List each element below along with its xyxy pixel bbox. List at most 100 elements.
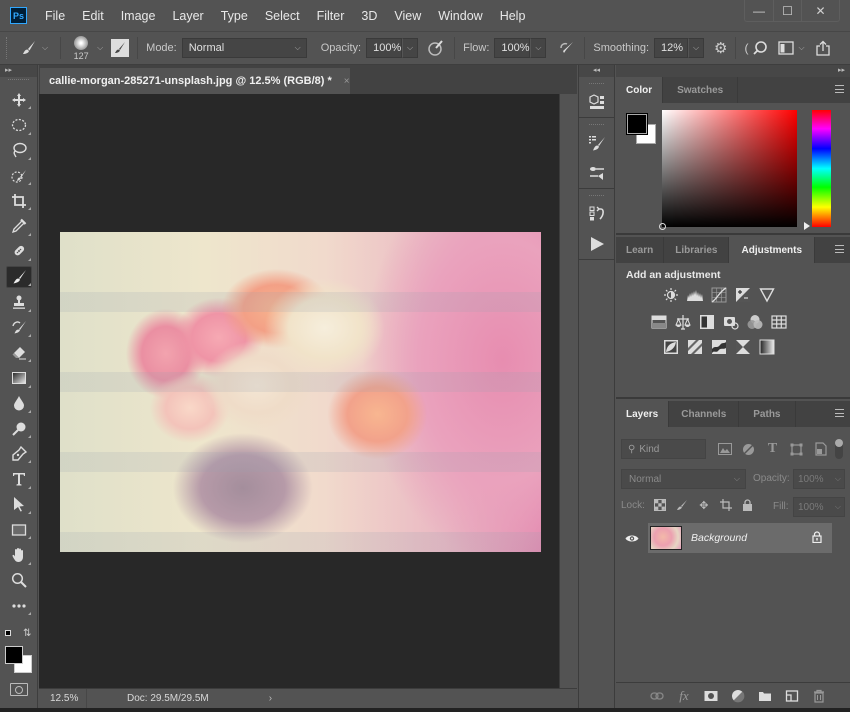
lock-all-icon[interactable]: [741, 498, 755, 512]
tool-rectangle[interactable]: [0, 517, 38, 542]
delete-layer-trash-icon[interactable]: [812, 689, 826, 703]
menu-help[interactable]: Help: [500, 9, 526, 23]
curves-icon[interactable]: [710, 286, 727, 303]
flow-dropdown[interactable]: ⌵: [530, 38, 547, 58]
tool-pen[interactable]: [0, 441, 38, 466]
layer-lock-icon[interactable]: [812, 530, 822, 546]
default-colors-button[interactable]: [5, 630, 15, 640]
lock-position-icon[interactable]: ✥: [697, 498, 711, 512]
dock-collapse-button[interactable]: ◂◂: [579, 65, 614, 77]
menu-layer[interactable]: Layer: [172, 9, 203, 23]
brightness-contrast-icon[interactable]: [662, 286, 679, 303]
tool-lasso[interactable]: [0, 138, 38, 163]
quick-mask-button[interactable]: [10, 683, 28, 696]
tool-brush[interactable]: [0, 264, 38, 289]
menu-view[interactable]: View: [394, 9, 421, 23]
history-panel-button[interactable]: [579, 199, 614, 229]
minimize-button[interactable]: —: [745, 0, 773, 21]
chevron-down-icon[interactable]: ⌵: [42, 43, 48, 53]
fill-input[interactable]: 100% ⌵: [793, 497, 845, 517]
opacity-dropdown[interactable]: ⌵: [402, 38, 419, 58]
tool-gradient[interactable]: [0, 365, 38, 390]
filter-pixel-icon[interactable]: [716, 441, 733, 458]
mode-select[interactable]: Normal ⌵: [181, 38, 307, 58]
levels-icon[interactable]: [686, 286, 703, 303]
layer-item[interactable]: Background: [648, 523, 832, 553]
properties-panel-button[interactable]: [579, 87, 614, 117]
hue-slider-handle[interactable]: [804, 222, 810, 230]
opacity-input[interactable]: 100%: [366, 38, 403, 58]
menu-window[interactable]: Window: [438, 9, 482, 23]
vibrance-icon[interactable]: [758, 286, 775, 303]
tab-paths[interactable]: Paths: [739, 401, 796, 427]
tool-eraser[interactable]: [0, 340, 38, 365]
search-button[interactable]: [752, 40, 768, 56]
tool-blur[interactable]: [0, 391, 38, 416]
close-button[interactable]: ✕: [801, 0, 839, 21]
airbrush-button[interactable]: [556, 38, 576, 58]
blend-mode-select[interactable]: Normal ⌵: [621, 469, 746, 489]
options-bar-grip[interactable]: [6, 37, 10, 59]
panel-menu-icon[interactable]: [835, 85, 844, 93]
maximize-button[interactable]: ☐: [773, 0, 801, 21]
menu-type[interactable]: Type: [221, 9, 248, 23]
hue-saturation-icon[interactable]: [650, 313, 667, 330]
invert-icon[interactable]: [662, 338, 679, 355]
symmetry-icon[interactable]: (: [744, 41, 748, 55]
menu-image[interactable]: Image: [121, 9, 156, 23]
smoothing-options-button[interactable]: ⚙: [714, 39, 727, 57]
layer-row[interactable]: Background: [616, 523, 832, 553]
selective-color-icon[interactable]: [734, 338, 751, 355]
brushes-panel-button[interactable]: [579, 158, 614, 188]
tool-eyedropper[interactable]: [0, 213, 38, 238]
channel-mixer-icon[interactable]: [746, 313, 763, 330]
threshold-icon[interactable]: [710, 338, 727, 355]
toolbar-collapse-button[interactable]: ▸▸: [0, 65, 37, 77]
flow-input[interactable]: 100%: [494, 38, 531, 58]
vertical-scrollbar[interactable]: [559, 94, 577, 688]
tab-layers[interactable]: Layers: [616, 401, 670, 427]
tool-preset-picker[interactable]: [20, 39, 38, 57]
new-group-folder-icon[interactable]: [758, 689, 772, 703]
panels-expand-button[interactable]: ▸▸: [616, 65, 850, 77]
exposure-icon[interactable]: [734, 286, 751, 303]
tool-clone-stamp[interactable]: [0, 289, 38, 314]
share-button[interactable]: [815, 40, 831, 56]
link-layers-icon[interactable]: [650, 689, 664, 703]
brush-preset-picker[interactable]: 127: [69, 35, 93, 61]
tool-crop[interactable]: [0, 188, 38, 213]
posterize-icon[interactable]: [686, 338, 703, 355]
tool-healing-brush[interactable]: [0, 239, 38, 264]
hue-slider[interactable]: [812, 110, 831, 227]
close-tab-icon[interactable]: ×: [344, 76, 350, 87]
canvas-area[interactable]: [39, 94, 559, 688]
lock-artboard-icon[interactable]: [719, 498, 733, 512]
menu-file[interactable]: File: [45, 9, 65, 23]
smoothing-input[interactable]: 12%: [654, 38, 689, 58]
color-lookup-icon[interactable]: [770, 313, 787, 330]
tab-color[interactable]: Color: [616, 77, 664, 103]
menu-edit[interactable]: Edit: [82, 9, 104, 23]
new-adjustment-layer-icon[interactable]: [731, 689, 745, 703]
tab-swatches[interactable]: Swatches: [663, 77, 739, 103]
tool-zoom[interactable]: [0, 568, 38, 593]
panel-menu-icon[interactable]: [835, 409, 844, 417]
document-tab[interactable]: callie-morgan-285271-unsplash.jpg @ 12.5…: [40, 68, 350, 94]
tool-move[interactable]: [0, 87, 38, 112]
brush-settings-panel-button[interactable]: [579, 128, 614, 158]
tool-quick-selection[interactable]: [0, 163, 38, 188]
smoothing-dropdown[interactable]: ⌵: [688, 38, 705, 58]
foreground-color-swatch[interactable]: [626, 113, 648, 135]
layer-name[interactable]: Background: [691, 532, 812, 544]
tool-dodge[interactable]: [0, 416, 38, 441]
new-layer-icon[interactable]: [785, 689, 799, 703]
filter-shape-icon[interactable]: [788, 441, 805, 458]
menu-filter[interactable]: Filter: [317, 9, 345, 23]
status-menu-arrow[interactable]: ›: [269, 693, 272, 704]
tool-hand[interactable]: [0, 542, 38, 567]
filter-adjustment-icon[interactable]: [740, 441, 757, 458]
document-image-flowers[interactable]: [60, 232, 541, 552]
filter-toggle[interactable]: [835, 439, 843, 459]
layer-opacity-input[interactable]: 100% ⌵: [793, 469, 845, 489]
menu-select[interactable]: Select: [265, 9, 300, 23]
